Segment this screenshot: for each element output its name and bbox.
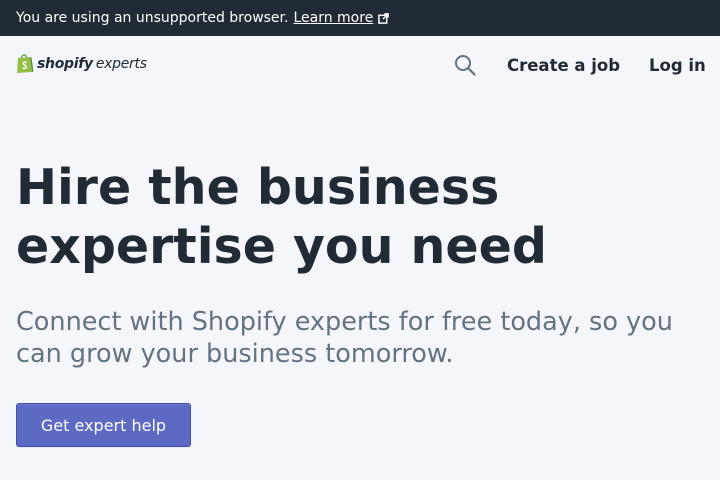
learn-more-label: Learn more: [293, 10, 374, 26]
unsupported-browser-banner: You are using an unsupported browser. Le…: [0, 0, 720, 36]
hero-title: Hire the business expertise you need: [16, 159, 547, 275]
site-header: shopify experts Create a job Log in: [0, 36, 720, 94]
banner-message: You are using an unsupported browser.: [16, 10, 289, 26]
shopify-bag-icon: [16, 53, 34, 74]
get-expert-help-button[interactable]: Get expert help: [16, 403, 191, 447]
hero-subtitle: Connect with Shopify experts for free to…: [16, 307, 673, 369]
shopify-experts-logo[interactable]: shopify experts: [16, 53, 147, 74]
search-button[interactable]: [453, 55, 477, 79]
external-link-icon: [378, 12, 390, 24]
create-a-job-link[interactable]: Create a job: [507, 55, 620, 77]
logo-sub-text: experts: [95, 55, 147, 72]
search-icon: [454, 54, 476, 80]
log-in-link[interactable]: Log in: [649, 55, 706, 77]
logo-brand-text: shopify: [37, 55, 93, 72]
learn-more-link[interactable]: Learn more: [293, 10, 390, 26]
